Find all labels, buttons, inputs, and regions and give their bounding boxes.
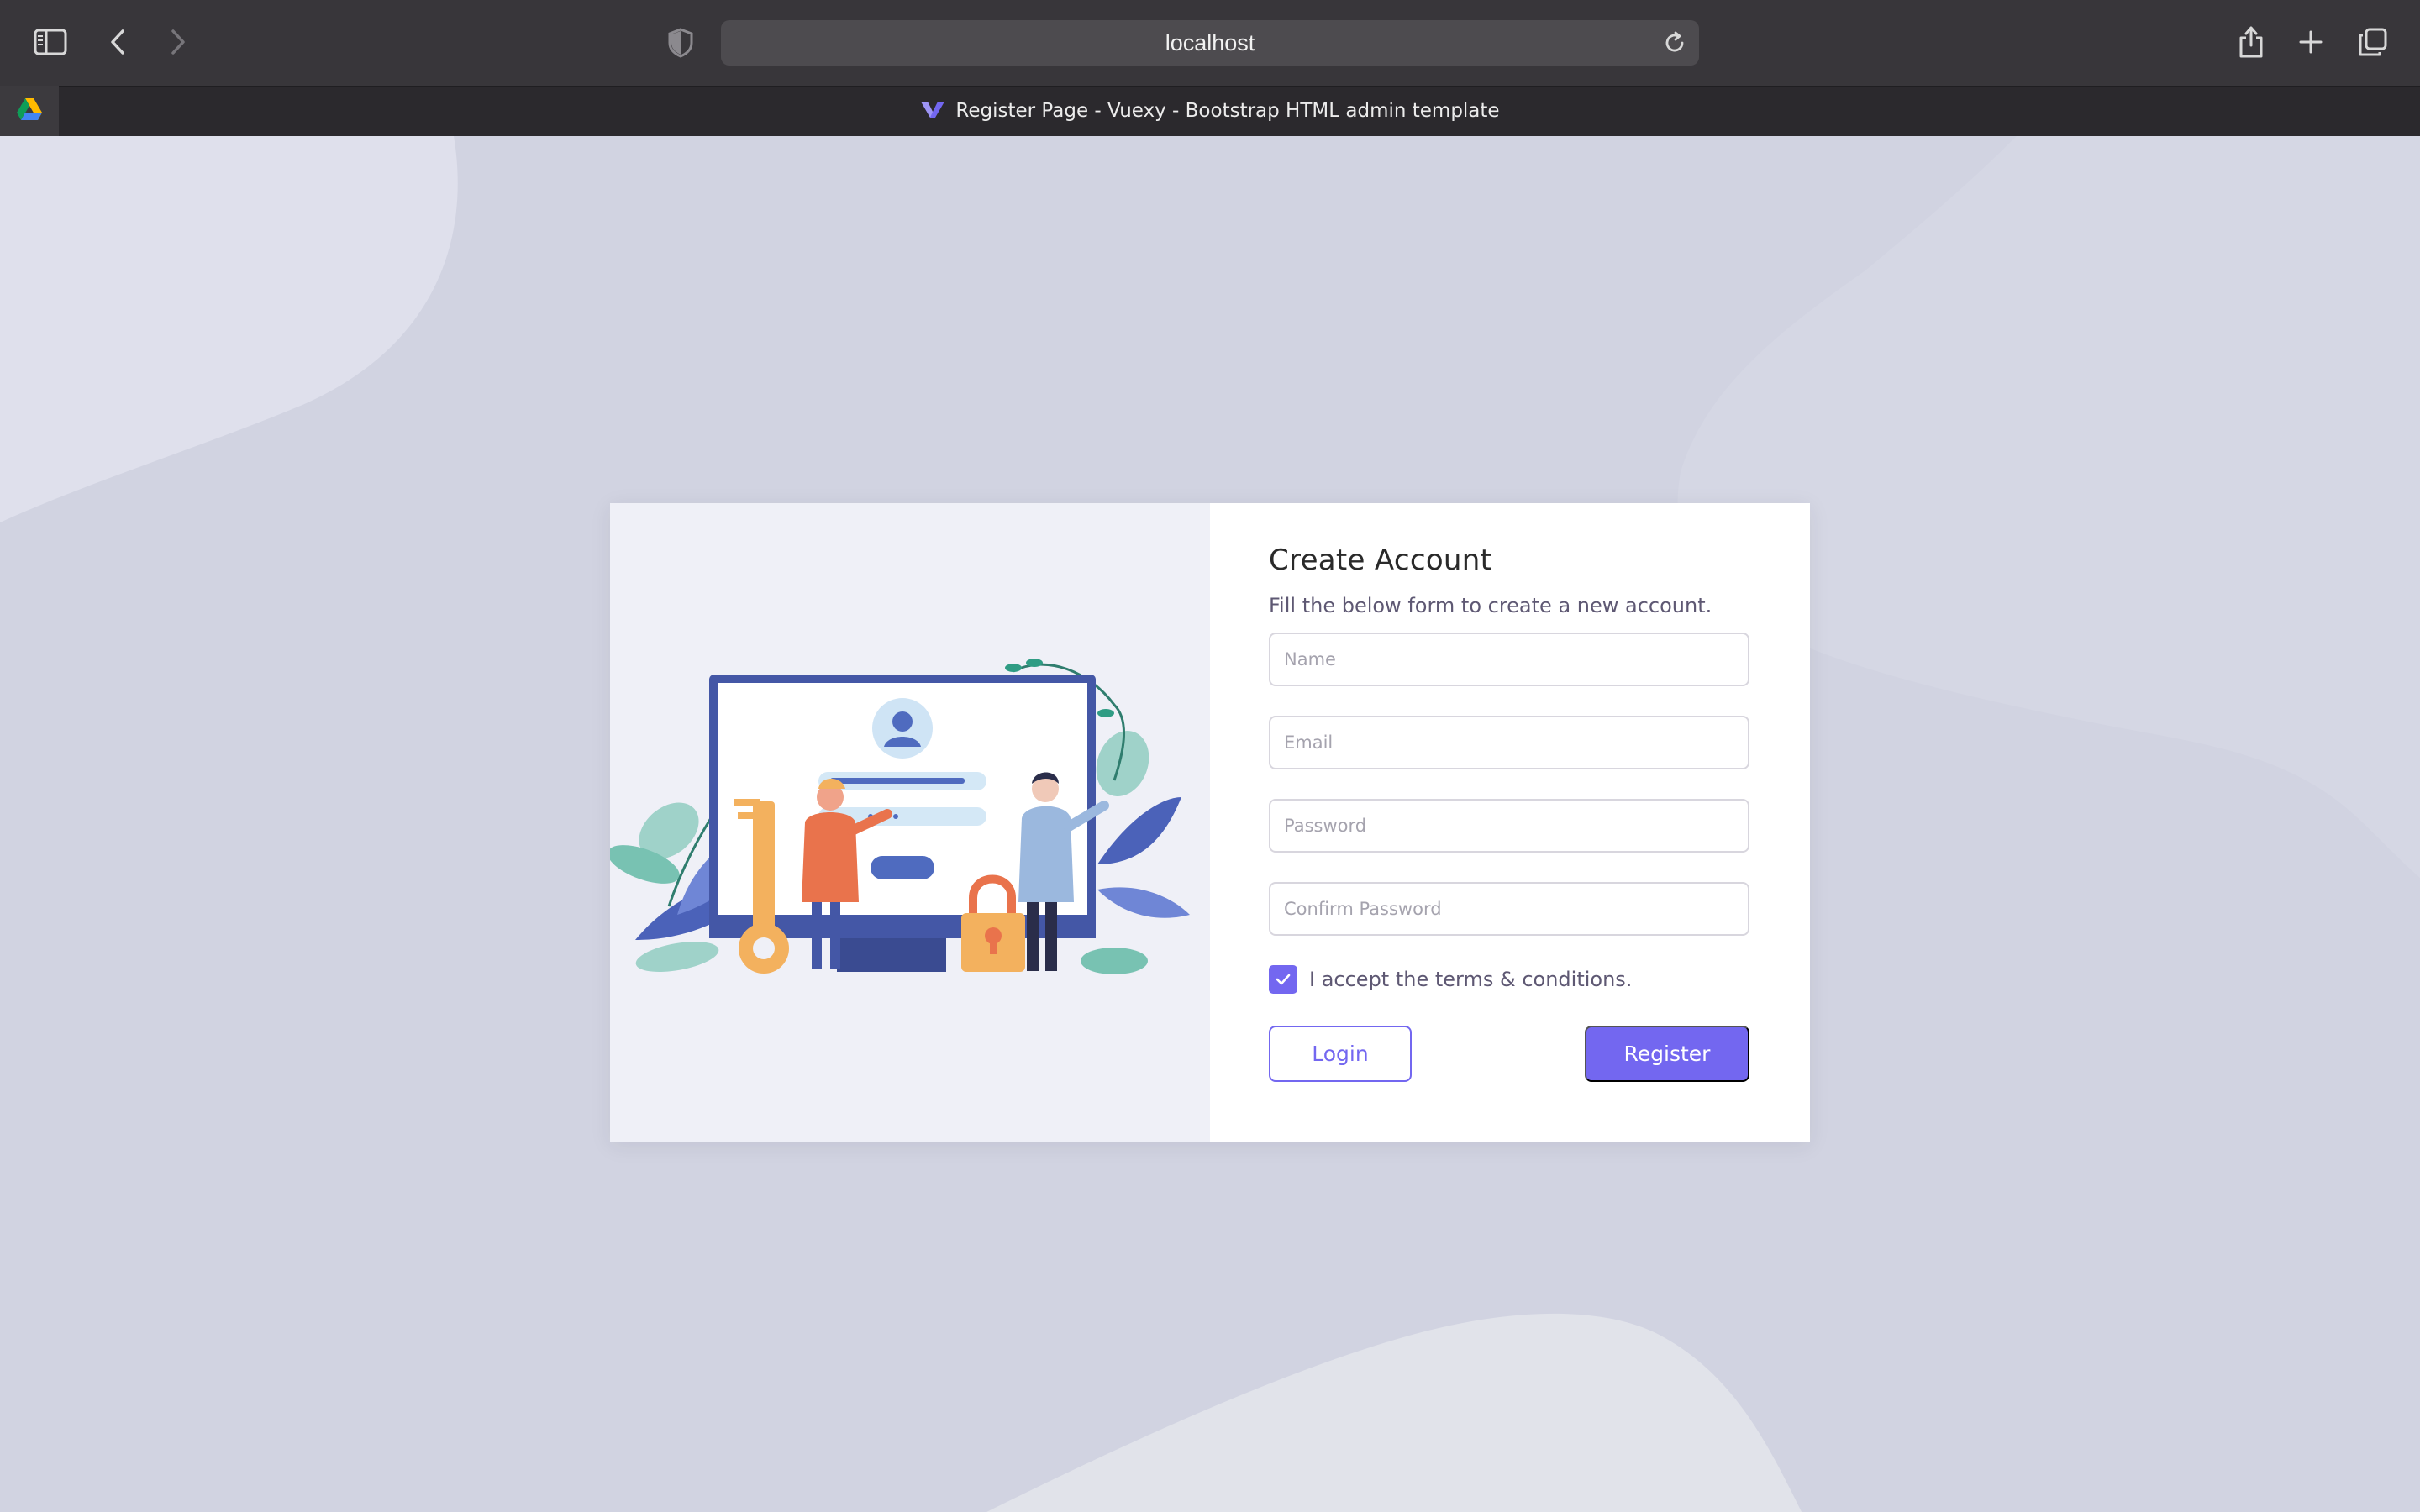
background-shape-top-left: [0, 136, 458, 522]
password-input[interactable]: [1269, 799, 1749, 853]
active-tab[interactable]: Register Page - Vuexy - Bootstrap HTML a…: [0, 86, 2420, 136]
tab-overview-icon[interactable]: [2356, 25, 2390, 59]
register-card: Create Account Fill the below form to cr…: [608, 503, 1810, 1142]
terms-checkbox[interactable]: [1269, 965, 1297, 994]
vuexy-logo-icon: [920, 100, 945, 123]
email-input[interactable]: [1269, 716, 1749, 769]
checkmark-icon: [1276, 974, 1291, 985]
terms-label[interactable]: I accept the terms & conditions.: [1309, 968, 1632, 991]
background-shape-bottom: [986, 1313, 1802, 1512]
back-icon[interactable]: [104, 25, 131, 59]
forward-icon[interactable]: [165, 25, 192, 59]
illustration-panel: [608, 503, 1210, 1142]
tab-title: Register Page - Vuexy - Bootstrap HTML a…: [955, 100, 1500, 122]
register-button[interactable]: Register: [1585, 1026, 1749, 1082]
confirm-password-input[interactable]: [1269, 882, 1749, 936]
reload-icon[interactable]: [1662, 30, 1687, 55]
new-tab-icon[interactable]: [2296, 25, 2326, 59]
url-text: localhost: [1165, 30, 1255, 55]
terms-row: I accept the terms & conditions.: [1269, 965, 1751, 994]
register-form: Create Account Fill the below form to cr…: [1210, 503, 1810, 1142]
register-illustration: [608, 659, 1190, 974]
name-input[interactable]: [1269, 633, 1749, 686]
share-icon[interactable]: [2235, 24, 2267, 60]
login-button[interactable]: Login: [1269, 1026, 1412, 1082]
browser-toolbar: localhost: [0, 0, 2420, 86]
button-row: Login Register: [1269, 1026, 1749, 1082]
page-title: Create Account: [1269, 543, 1492, 577]
shield-icon[interactable]: [666, 27, 696, 59]
page-background: Create Account Fill the below form to cr…: [0, 136, 2420, 1512]
form-subtitle: Fill the below form to create a new acco…: [1269, 594, 1712, 617]
sidebar-icon[interactable]: [32, 25, 69, 59]
address-bar[interactable]: localhost: [721, 20, 1699, 66]
